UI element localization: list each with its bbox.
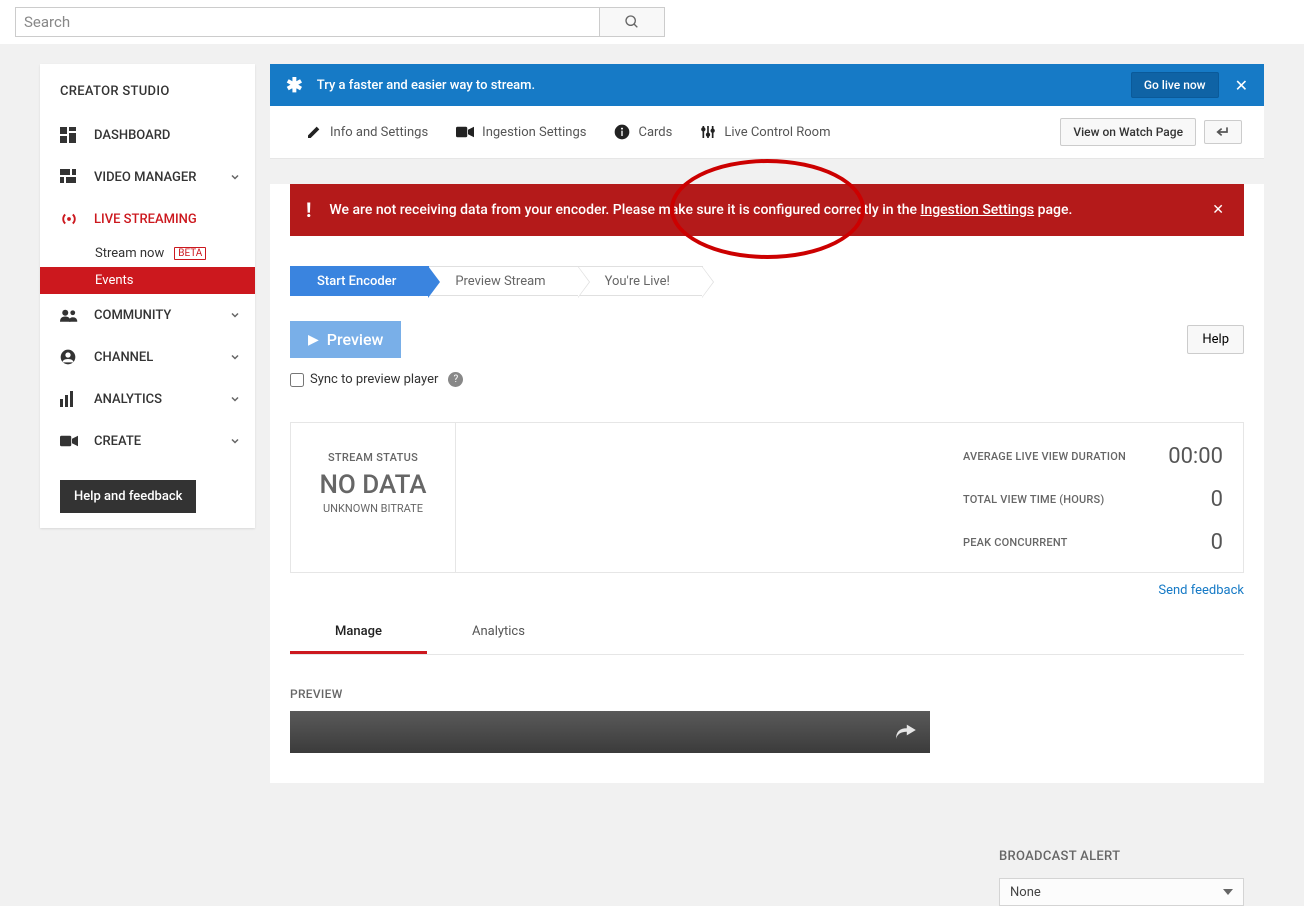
community-icon — [60, 306, 82, 324]
sidebar-item-label: COMMUNITY — [94, 308, 229, 323]
go-live-button[interactable]: Go live now — [1131, 72, 1219, 98]
banner-close-icon[interactable]: ✕ — [1231, 76, 1252, 95]
studio-title: CREATOR STUDIO — [40, 64, 255, 114]
tab-label: Live Control Room — [724, 125, 830, 140]
dashboard-icon — [60, 126, 82, 144]
video-manager-icon — [60, 168, 82, 186]
metric-avg-duration-value: 00:00 — [1168, 444, 1223, 469]
sliders-icon — [700, 124, 716, 140]
stream-status-value: NO DATA — [301, 470, 445, 500]
alert-text: We are not receiving data from your enco… — [329, 202, 1208, 218]
preview-button[interactable]: ▶ Preview — [290, 321, 401, 358]
sidebar: CREATOR STUDIO DASHBOARD VIDEO MANAGER L… — [40, 64, 255, 528]
broadcast-alert-select[interactable]: None — [999, 878, 1244, 906]
view-watch-page-button[interactable]: View on Watch Page — [1060, 118, 1196, 146]
tab-cards[interactable]: Cards — [600, 106, 686, 158]
sidebar-subitem-events[interactable]: Events — [40, 267, 255, 294]
share-icon[interactable] — [894, 721, 916, 739]
status-card: STREAM STATUS NO DATA UNKNOWN BITRATE AV… — [290, 422, 1244, 573]
tab-info-settings[interactable]: Info and Settings — [292, 106, 442, 158]
chevron-down-icon — [229, 435, 241, 447]
stream-bitrate: UNKNOWN BITRATE — [301, 502, 445, 515]
step-start-encoder[interactable]: Start Encoder — [290, 266, 429, 296]
preview-heading: PREVIEW — [290, 687, 1244, 701]
help-button[interactable]: Help — [1187, 325, 1244, 354]
tab-ingestion-settings[interactable]: Ingestion Settings — [442, 107, 600, 158]
sync-label: Sync to preview player — [310, 372, 438, 387]
tab-label: Ingestion Settings — [482, 125, 586, 140]
banner-text: Try a faster and easier way to stream. — [317, 78, 1131, 93]
send-feedback-link[interactable]: Send feedback — [290, 583, 1244, 598]
chevron-down-icon — [229, 309, 241, 321]
help-tooltip-icon[interactable]: ? — [448, 372, 463, 387]
tabbar: Info and Settings Ingestion Settings Car… — [270, 106, 1264, 159]
lower-tabs: Manage Analytics — [290, 612, 1244, 655]
caret-down-icon — [1223, 889, 1233, 895]
back-button[interactable] — [1204, 120, 1242, 144]
sidebar-subitem-label: Stream now — [95, 246, 164, 261]
sidebar-item-label: CHANNEL — [94, 350, 229, 365]
sidebar-item-dashboard[interactable]: DASHBOARD — [40, 114, 255, 156]
sidebar-item-label: VIDEO MANAGER — [94, 170, 229, 185]
sidebar-item-label: LIVE STREAMING — [94, 212, 241, 227]
encoder-alert: ! We are not receiving data from your en… — [290, 184, 1244, 236]
info-circle-icon — [614, 124, 630, 140]
star-icon: ✱ — [286, 73, 303, 97]
sidebar-item-create[interactable]: CREATE — [40, 420, 255, 462]
broadcast-alert-title: BROADCAST ALERT — [999, 849, 1244, 864]
preview-button-label: Preview — [327, 330, 384, 349]
sidebar-item-label: ANALYTICS — [94, 392, 229, 407]
create-icon — [60, 432, 82, 450]
chevron-down-icon — [229, 171, 241, 183]
broadcast-alert-value: None — [1010, 885, 1041, 900]
chevron-down-icon — [229, 351, 241, 363]
sidebar-item-label: CREATE — [94, 434, 229, 449]
search-icon — [624, 14, 640, 30]
analytics-icon — [60, 390, 82, 408]
sidebar-item-live-streaming[interactable]: LIVE STREAMING — [40, 198, 255, 240]
lower-tab-manage[interactable]: Manage — [290, 612, 427, 654]
preview-player[interactable] — [290, 711, 930, 753]
promo-banner: ✱ Try a faster and easier way to stream.… — [270, 64, 1264, 106]
tab-live-control-room[interactable]: Live Control Room — [686, 106, 844, 158]
sidebar-item-community[interactable]: COMMUNITY — [40, 294, 255, 336]
exclamation-icon: ! — [306, 198, 311, 222]
metric-peak-label: PEAK CONCURRENT — [963, 536, 1068, 549]
sidebar-item-video-manager[interactable]: VIDEO MANAGER — [40, 156, 255, 198]
sidebar-subitem-stream-now[interactable]: Stream now BETA — [40, 240, 255, 267]
stream-status-header: STREAM STATUS — [301, 451, 445, 464]
sidebar-item-channel[interactable]: CHANNEL — [40, 336, 255, 378]
sidebar-item-analytics[interactable]: ANALYTICS — [40, 378, 255, 420]
step-youre-live[interactable]: You're Live! — [579, 266, 703, 296]
return-arrow-icon — [1215, 126, 1231, 138]
sync-checkbox[interactable] — [290, 373, 304, 387]
metric-avg-duration-label: AVERAGE LIVE VIEW DURATION — [963, 450, 1126, 463]
metric-total-time-label: TOTAL VIEW TIME (HOURS) — [963, 493, 1104, 506]
step-preview-stream[interactable]: Preview Stream — [429, 266, 578, 296]
metric-peak-value: 0 — [1211, 530, 1223, 555]
help-feedback-button[interactable]: Help and feedback — [60, 480, 196, 513]
sidebar-subitem-label: Events — [95, 273, 133, 288]
search-input[interactable] — [15, 7, 600, 37]
chevron-down-icon — [229, 393, 241, 405]
beta-badge: BETA — [174, 247, 206, 260]
encoder-icon — [456, 125, 474, 139]
alert-ingestion-link[interactable]: Ingestion Settings — [920, 202, 1034, 218]
pencil-icon — [306, 124, 322, 140]
play-icon: ▶ — [308, 332, 319, 348]
tab-label: Cards — [638, 125, 672, 140]
alert-close-icon[interactable]: ✕ — [1208, 202, 1228, 218]
channel-icon — [60, 348, 82, 366]
metric-total-time-value: 0 — [1211, 487, 1223, 512]
sidebar-item-label: DASHBOARD — [94, 128, 241, 143]
search-button[interactable] — [600, 7, 665, 37]
steps-row: Start Encoder Preview Stream You're Live… — [290, 266, 1244, 296]
lower-tab-analytics[interactable]: Analytics — [427, 612, 570, 654]
tab-label: Info and Settings — [330, 125, 428, 140]
live-streaming-icon — [60, 210, 82, 228]
